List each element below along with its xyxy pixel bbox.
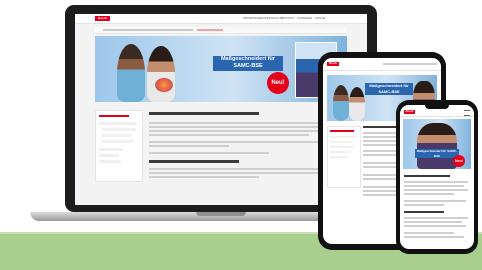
phone-hero-new-badge: Neu! bbox=[453, 155, 465, 167]
section-heading bbox=[149, 160, 239, 163]
sidebar-title bbox=[99, 115, 129, 117]
menu-icon[interactable] bbox=[464, 110, 470, 116]
large-phone-hero-banner: Maßgeschneidert für SAMC-BSE bbox=[365, 83, 413, 95]
phone-hero-banner: Maßgeschneidert für SAMC-BSE bbox=[415, 149, 459, 158]
article-title bbox=[149, 112, 259, 115]
sidebar-item[interactable] bbox=[102, 128, 136, 131]
text-line bbox=[404, 193, 454, 195]
phone-screen: Bosch Maßgeschneidert für SAMC-BSE Neu! bbox=[400, 105, 474, 249]
text-line bbox=[149, 141, 339, 143]
nav-link-1[interactable]: IMPRESSUM bbox=[243, 16, 261, 20]
text-line bbox=[404, 232, 454, 234]
nav-link-2[interactable]: DATENSCHUTZ bbox=[261, 16, 283, 20]
sidebar-item[interactable] bbox=[99, 160, 121, 163]
text-line bbox=[149, 126, 339, 128]
large-phone-logo[interactable]: Bosch bbox=[327, 62, 339, 66]
sidebar-item[interactable] bbox=[99, 154, 119, 157]
sidebar-item[interactable] bbox=[102, 134, 132, 137]
hero-banner: Maßgeschneidert für SAMC-BSE bbox=[213, 56, 283, 71]
text-line bbox=[404, 189, 468, 191]
large-phone-sidebar bbox=[327, 126, 361, 188]
large-phone-sidebar-title bbox=[330, 130, 354, 132]
sidebar-item[interactable] bbox=[99, 122, 137, 125]
hero-flowers bbox=[155, 78, 173, 92]
hero-image: Maßgeschneidert für SAMC-BSE Neu! bbox=[95, 36, 347, 102]
text-line bbox=[149, 152, 269, 154]
text-line bbox=[149, 122, 345, 124]
text-line bbox=[149, 130, 345, 132]
nav-link-5[interactable]: SUCHE bbox=[315, 16, 326, 20]
hero-person-1 bbox=[117, 44, 145, 102]
sidebar-item[interactable] bbox=[330, 136, 356, 138]
phone-section-heading bbox=[404, 211, 444, 213]
phone-logo[interactable]: Bosch bbox=[404, 110, 415, 114]
text-line bbox=[404, 225, 466, 227]
text-line bbox=[404, 221, 462, 223]
sidebar-item[interactable] bbox=[330, 141, 352, 143]
phone-notch bbox=[425, 105, 449, 109]
nav-link-4[interactable]: KARRIERE bbox=[297, 16, 312, 20]
text-line bbox=[404, 236, 464, 238]
text-line bbox=[404, 181, 468, 183]
breadcrumb-line bbox=[103, 29, 193, 31]
breadcrumb-active bbox=[197, 29, 223, 31]
sidebar-item[interactable] bbox=[330, 151, 350, 153]
site-logo[interactable]: Bosch bbox=[95, 16, 110, 21]
sidebar-item[interactable] bbox=[330, 156, 348, 158]
text-line bbox=[149, 172, 329, 174]
text-line bbox=[149, 145, 229, 147]
nav-link-3[interactable]: KONTAKT bbox=[281, 16, 295, 20]
large-phone-hero-person-1 bbox=[333, 85, 349, 121]
sidebar-item[interactable] bbox=[102, 140, 134, 143]
sidebar-item[interactable] bbox=[330, 146, 354, 148]
phone-hero-person bbox=[417, 123, 457, 169]
phone-article-title bbox=[404, 175, 450, 177]
hero-person-2 bbox=[147, 46, 175, 102]
text-line bbox=[149, 168, 345, 170]
text-line bbox=[404, 204, 444, 206]
phone-hero: Maßgeschneidert für SAMC-BSE Neu! bbox=[403, 119, 471, 169]
large-phone-hero-person-2 bbox=[349, 87, 365, 121]
breadcrumb-bar bbox=[95, 27, 347, 34]
laptop-notch bbox=[196, 212, 246, 216]
text-line bbox=[404, 185, 464, 187]
text-line bbox=[404, 200, 466, 202]
text-line bbox=[404, 217, 468, 219]
text-line bbox=[149, 176, 259, 178]
text-line bbox=[149, 134, 309, 136]
sidebar bbox=[95, 110, 143, 182]
sidebar-item[interactable] bbox=[99, 148, 123, 151]
large-phone-nav[interactable] bbox=[383, 63, 437, 65]
hero-new-badge: Neu! bbox=[267, 72, 289, 94]
